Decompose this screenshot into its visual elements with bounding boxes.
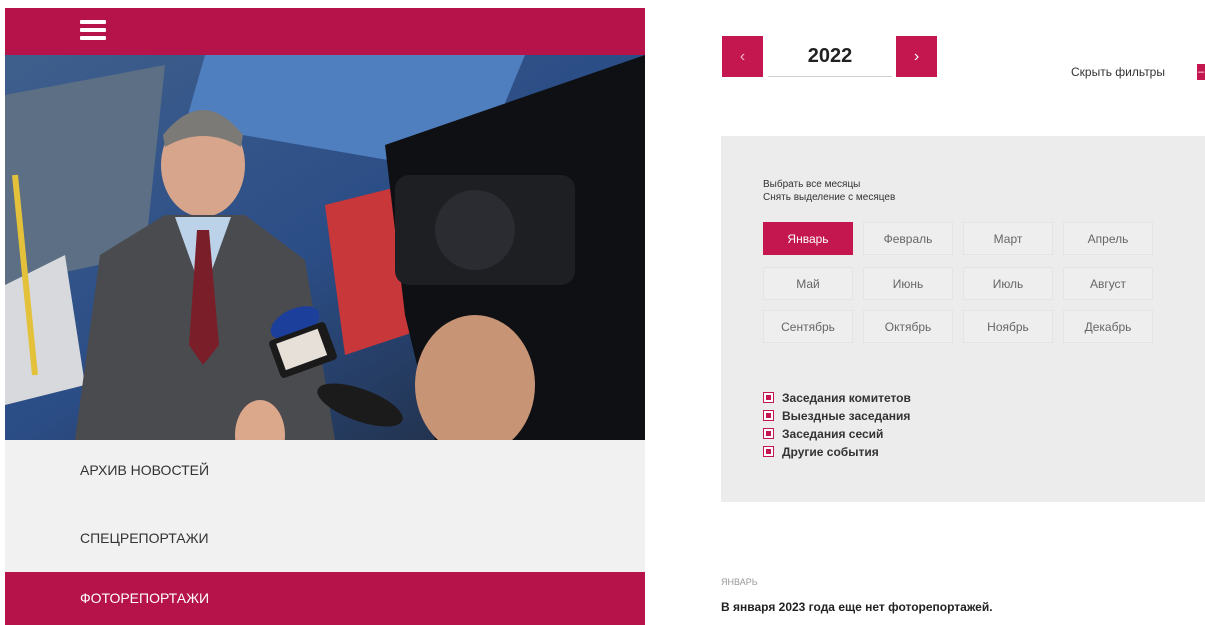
minus-icon[interactable]: – [1197, 64, 1205, 80]
checkbox-icon[interactable] [763, 392, 774, 403]
year-display: 2022 [768, 36, 892, 77]
featured-photo [5, 55, 645, 440]
month-october[interactable]: Октябрь [863, 310, 953, 343]
event-type-other[interactable]: Другие события [763, 443, 911, 461]
next-year-button[interactable]: › [896, 36, 937, 77]
month-june[interactable]: Июнь [863, 267, 953, 300]
event-type-sessions[interactable]: Заседания сесий [763, 425, 911, 443]
results-month-heading: ЯНВАРЬ [721, 577, 758, 587]
event-type-list: Заседания комитетов Выездные заседания З… [763, 389, 911, 461]
month-may[interactable]: Май [763, 267, 853, 300]
left-panel: АРХИВ НОВОСТЕЙ СПЕЦРЕПОРТАЖИ ФОТОРЕПОРТА… [5, 8, 645, 625]
menu-item-special-reports[interactable]: СПЕЦРЕПОРТАЖИ [5, 508, 645, 568]
event-type-label: Заседания комитетов [782, 391, 911, 405]
checkbox-icon[interactable] [763, 428, 774, 439]
event-type-label: Другие события [782, 445, 879, 459]
month-august[interactable]: Август [1063, 267, 1153, 300]
prev-year-button[interactable]: ‹ [722, 36, 763, 77]
filters-panel: Выбрать все месяцы Снять выделение с мес… [721, 136, 1205, 502]
checkbox-icon[interactable] [763, 446, 774, 457]
menu-item-photo-reports[interactable]: ФОТОРЕПОРТАЖИ [5, 572, 645, 625]
deselect-months-link[interactable]: Снять выделение с месяцев [763, 192, 895, 203]
menu-item-news-archive[interactable]: АРХИВ НОВОСТЕЙ [5, 440, 645, 500]
month-march[interactable]: Март [963, 222, 1053, 255]
event-type-field-sessions[interactable]: Выездные заседания [763, 407, 911, 425]
month-february[interactable]: Февраль [863, 222, 953, 255]
checkbox-icon[interactable] [763, 410, 774, 421]
top-bar [5, 8, 645, 55]
event-type-committees[interactable]: Заседания комитетов [763, 389, 911, 407]
event-type-label: Выездные заседания [782, 409, 911, 423]
month-november[interactable]: Ноябрь [963, 310, 1053, 343]
hide-filters-link[interactable]: Скрыть фильтры [1071, 65, 1165, 79]
empty-results-message: В января 2023 года еще нет фоторепортаже… [721, 600, 993, 614]
month-july[interactable]: Июль [963, 267, 1053, 300]
month-april[interactable]: Апрель [1063, 222, 1153, 255]
chevron-right-icon: › [913, 48, 920, 65]
event-type-label: Заседания сесий [782, 427, 884, 441]
chevron-left-icon: ‹ [739, 48, 746, 65]
month-september[interactable]: Сентябрь [763, 310, 853, 343]
month-december[interactable]: Декабрь [1063, 310, 1153, 343]
month-january[interactable]: Январь [763, 222, 853, 255]
hamburger-menu-icon[interactable] [80, 20, 106, 40]
select-all-months-link[interactable]: Выбрать все месяцы [763, 179, 860, 190]
